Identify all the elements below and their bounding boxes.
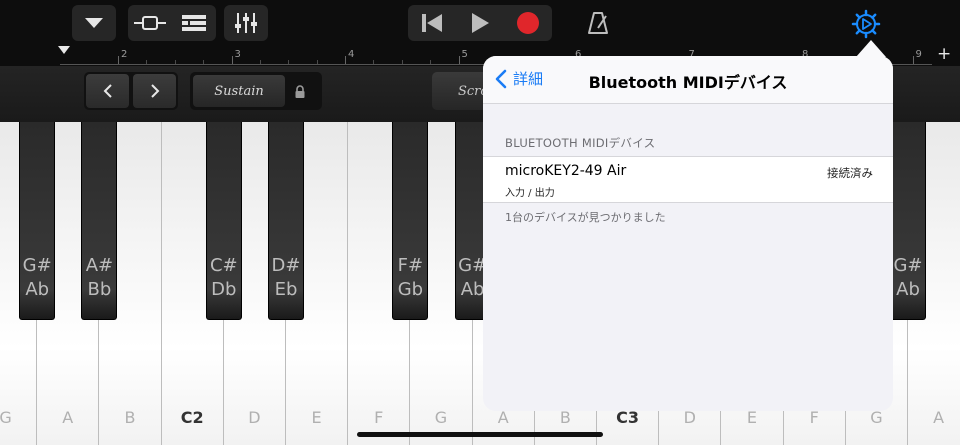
tracks-view-icon	[134, 16, 166, 30]
sharp-name: G#	[893, 255, 923, 276]
play-button[interactable]	[456, 5, 504, 41]
popover-arrow	[856, 40, 886, 57]
ruler-beat-tick	[288, 60, 290, 64]
record-button[interactable]	[504, 5, 552, 41]
device-list-item[interactable]: microKEY2-49 Air 入力 / 出力 接続済み	[483, 156, 893, 203]
black-key[interactable]: C# Db	[205, 122, 242, 320]
flat-name: Eb	[274, 279, 298, 300]
white-key-label: B	[124, 408, 136, 427]
flat-name: Gb	[397, 279, 424, 300]
black-key[interactable]: F# Gb	[392, 122, 429, 320]
popover-title: Bluetooth MIDIデバイス	[588, 73, 788, 92]
black-key-label: D# Eb	[269, 254, 303, 302]
black-key[interactable]: G# Ab	[19, 122, 56, 320]
bluetooth-midi-popover: 詳細 Bluetooth MIDIデバイス BLUETOOTH MIDIデバイス…	[483, 56, 893, 411]
sustain-control: Sustain	[190, 72, 322, 110]
octave-down-button[interactable]	[86, 74, 129, 108]
black-key-label: G# Ab	[20, 254, 54, 302]
lock-icon	[295, 85, 305, 98]
white-key-label: D	[248, 408, 261, 427]
rewind-icon	[422, 14, 442, 32]
sharp-name: C#	[209, 255, 238, 276]
black-key-label: A# Bb	[82, 254, 116, 302]
sharp-name: D#	[271, 255, 301, 276]
ruler-bar-tick	[231, 56, 233, 64]
dropdown-triangle-icon	[85, 18, 103, 28]
white-key-label: F	[374, 408, 384, 427]
ruler-bar-tick	[912, 56, 914, 64]
white-key-label: G	[434, 408, 448, 427]
rewind-button[interactable]	[408, 5, 456, 41]
sustain-button[interactable]: Sustain	[193, 75, 285, 107]
black-key[interactable]: G# Ab	[890, 122, 926, 320]
black-key-label: G# Ab	[891, 254, 925, 302]
flat-name: Ab	[25, 279, 50, 300]
add-section-button[interactable]: +	[937, 44, 951, 64]
octave-up-button[interactable]	[133, 74, 176, 108]
sharp-name: F#	[397, 255, 424, 276]
metronome-icon	[588, 12, 608, 34]
octave-buttons	[84, 72, 178, 110]
playhead-marker[interactable]	[58, 46, 70, 54]
flat-name: Bb	[87, 279, 112, 300]
white-key-label: G	[0, 408, 12, 427]
browser-dropdown-button[interactable]	[72, 5, 116, 41]
ruler-bar-number: 3	[234, 49, 241, 60]
ruler-bar-number: 2	[121, 49, 128, 60]
device-status: 接続済み	[827, 166, 873, 180]
ruler-beat-tick	[430, 60, 432, 64]
black-key[interactable]: D# Eb	[268, 122, 304, 320]
tracks-list-icon	[182, 15, 206, 31]
record-icon	[517, 12, 539, 34]
play-icon	[472, 13, 489, 33]
ruler-bar-tick	[345, 56, 346, 64]
white-key-label: A	[62, 408, 74, 427]
device-io: 入力 / 出力	[505, 188, 555, 199]
white-key-label: E	[311, 408, 322, 427]
view-toggle-group	[128, 5, 216, 41]
sustain-lock-button[interactable]	[294, 84, 306, 103]
home-indicator	[357, 432, 603, 437]
metronome-button[interactable]	[576, 5, 620, 41]
ruler-beat-tick	[373, 60, 375, 64]
mixer-sliders-icon	[235, 13, 257, 33]
ruler-beat-tick	[174, 60, 176, 64]
black-key-label: F# Gb	[393, 254, 427, 302]
ruler-beat-tick	[146, 60, 148, 64]
device-name: microKEY2-49 Air	[505, 163, 627, 179]
ruler-bar-tick	[458, 56, 460, 64]
tracks-list-button[interactable]	[172, 5, 216, 41]
chevron-right-icon	[150, 84, 159, 98]
black-key-label: C# Db	[207, 254, 241, 302]
ruler-bar-number: 9	[915, 49, 922, 60]
ruler-beat-tick	[401, 60, 403, 64]
ruler-bar-number: 4	[348, 49, 355, 60]
popover-nav-bar: 詳細 Bluetooth MIDIデバイス	[483, 56, 893, 104]
ruler-beat-tick	[316, 60, 318, 64]
ruler-beat-tick	[203, 60, 205, 64]
white-key-label: A	[933, 408, 945, 427]
white-key-label: C2	[180, 408, 204, 427]
ruler-beat-tick	[259, 60, 261, 64]
section-header: BLUETOOTH MIDIデバイス	[505, 136, 656, 150]
tracks-view-button[interactable]	[128, 5, 172, 41]
flat-name: Db	[211, 279, 237, 300]
sharp-name: A#	[85, 255, 114, 276]
mixer-button[interactable]	[224, 5, 268, 41]
sharp-name: G#	[22, 255, 52, 276]
ruler-bar-number: 5	[461, 49, 468, 60]
settings-gear-icon	[851, 9, 881, 39]
transport-group	[408, 5, 552, 41]
settings-button[interactable]	[849, 7, 883, 41]
devices-found-note: 1台のデバイスが見つかりました	[505, 211, 666, 224]
top-toolbar	[0, 0, 960, 46]
flat-name: Ab	[896, 279, 920, 300]
ruler-bar-tick	[118, 56, 119, 64]
chevron-left-icon	[103, 84, 112, 98]
black-key[interactable]: A# Bb	[81, 122, 118, 320]
